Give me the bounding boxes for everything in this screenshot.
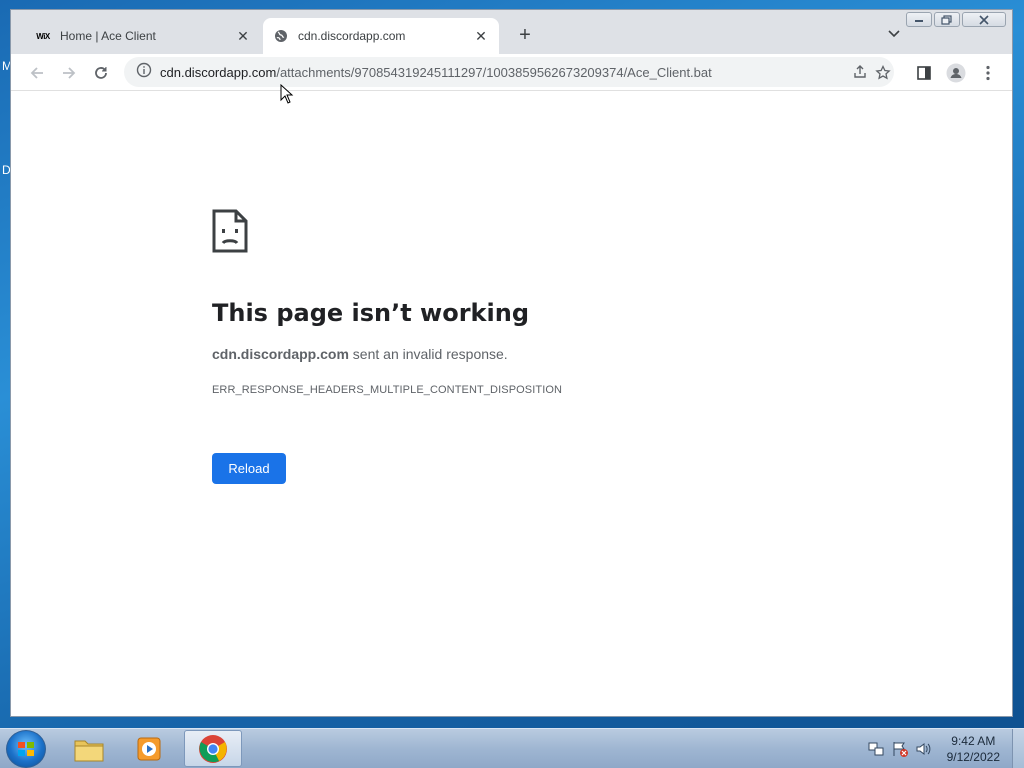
taskbar: 9:42 AM 9/12/2022 [0, 728, 1024, 768]
profile-icon [946, 63, 966, 83]
action-center-flag-icon[interactable] [891, 740, 909, 758]
tab-strip: WiX Home | Ace Client ✕ cdn.discordapp.c… [11, 10, 1012, 54]
media-player-icon [137, 737, 161, 760]
error-message: sent an invalid response. [348, 346, 508, 362]
clock-time: 9:42 AM [951, 734, 996, 748]
wix-icon-text: WiX [36, 31, 50, 41]
error-title: This page isn’t working [212, 299, 530, 327]
chrome-taskbar-button[interactable] [184, 730, 242, 767]
close-window-button[interactable] [962, 12, 1006, 27]
share-icon[interactable] [852, 64, 868, 80]
sad-page-icon [212, 209, 248, 258]
reload-button[interactable]: Reload [212, 453, 286, 484]
url-path: /attachments/970854319245111297/10038595… [276, 64, 712, 80]
start-button[interactable] [6, 730, 46, 768]
menu-button[interactable] [978, 63, 998, 83]
window-controls [906, 12, 1006, 27]
restore-icon [941, 14, 952, 25]
browser-toolbar: cdn.discordapp.com/attachments/970854319… [11, 54, 1012, 90]
globe-icon [273, 28, 289, 44]
error-description: cdn.discordapp.com sent an invalid respo… [212, 346, 508, 362]
close-tab-icon[interactable]: ✕ [473, 28, 489, 44]
windows-logo-icon [18, 742, 34, 756]
reload-toolbar-button[interactable] [91, 63, 111, 83]
address-bar[interactable]: cdn.discordapp.com/attachments/970854319… [124, 57, 894, 87]
network-icon[interactable] [867, 740, 885, 758]
close-icon [979, 14, 989, 25]
arrow-right-icon [63, 67, 76, 79]
kebab-menu-icon [986, 65, 990, 81]
close-tab-icon[interactable]: ✕ [235, 28, 251, 44]
minimize-icon [915, 19, 923, 22]
reload-icon [95, 67, 107, 79]
info-icon[interactable] [136, 62, 152, 83]
tab-cdn-discordapp[interactable]: cdn.discordapp.com ✕ [263, 18, 499, 54]
taskbar-clock[interactable]: 9:42 AM 9/12/2022 [947, 733, 1000, 765]
page-content: This page isn’t working cdn.discordapp.c… [11, 90, 1012, 716]
side-panel-icon [917, 66, 931, 80]
clock-date: 9/12/2022 [946, 750, 1000, 764]
tab-title: Home | Ace Client [60, 29, 156, 43]
arrow-left-icon [30, 67, 43, 79]
new-tab-button[interactable]: + [513, 24, 537, 48]
folder-icon [74, 740, 104, 761]
url-host: cdn.discordapp.com [160, 64, 277, 80]
volume-icon[interactable] [915, 740, 933, 758]
error-code: ERR_RESPONSE_HEADERS_MULTIPLE_CONTENT_DI… [212, 384, 563, 396]
mouse-cursor-icon [280, 84, 294, 104]
bookmark-star-button[interactable] [873, 63, 893, 83]
error-host: cdn.discordapp.com [212, 346, 349, 362]
tab-search-button[interactable] [887, 26, 903, 42]
forward-button[interactable] [59, 63, 79, 83]
minimize-button[interactable] [906, 12, 932, 27]
show-desktop-button[interactable] [1012, 729, 1024, 768]
wix-icon: WiX [35, 28, 51, 44]
chevron-down-icon [888, 30, 900, 38]
browser-window: WiX Home | Ace Client ✕ cdn.discordapp.c… [10, 9, 1013, 717]
system-tray: 9:42 AM 9/12/2022 [867, 729, 1024, 768]
file-explorer-taskbar-button[interactable] [60, 730, 118, 767]
url-text: cdn.discordapp.com/attachments/970854319… [160, 65, 712, 80]
chrome-icon [199, 734, 227, 763]
back-button[interactable] [27, 63, 47, 83]
tab-home-ace-client[interactable]: WiX Home | Ace Client ✕ [25, 18, 261, 54]
star-icon [875, 65, 891, 80]
restore-button[interactable] [934, 12, 960, 27]
profile-button[interactable] [946, 63, 966, 83]
tab-title: cdn.discordapp.com [298, 29, 406, 43]
media-player-taskbar-button[interactable] [120, 730, 178, 767]
side-panel-button[interactable] [914, 63, 934, 83]
